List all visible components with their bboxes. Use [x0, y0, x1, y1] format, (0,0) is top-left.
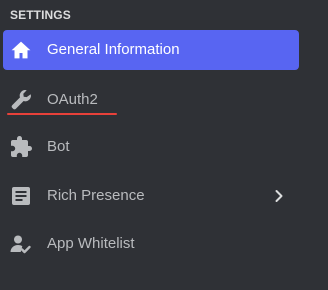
home-icon	[9, 38, 33, 62]
sidebar-item-general-information[interactable]: General Information	[3, 30, 299, 70]
wrench-icon	[9, 88, 33, 112]
sidebar-item-label: Rich Presence	[47, 187, 145, 204]
section-title: SETTINGS	[10, 8, 71, 22]
sidebar-item-rich-presence[interactable]: Rich Presence	[3, 176, 299, 216]
settings-sidebar: SETTINGS General Information OAuth2 Bot	[0, 0, 328, 290]
chevron-right-icon[interactable]	[271, 188, 287, 204]
user-check-icon	[9, 232, 33, 256]
sidebar-item-bot[interactable]: Bot	[3, 127, 299, 167]
sidebar-item-label: App Whitelist	[47, 235, 135, 252]
annotation-underline	[7, 113, 117, 115]
puzzle-icon	[9, 135, 33, 159]
sidebar-item-label: Bot	[47, 138, 70, 155]
sidebar-item-label: General Information	[47, 41, 180, 58]
sidebar-item-label: OAuth2	[47, 91, 98, 108]
document-icon	[9, 184, 33, 208]
sidebar-item-app-whitelist[interactable]: App Whitelist	[3, 224, 299, 264]
